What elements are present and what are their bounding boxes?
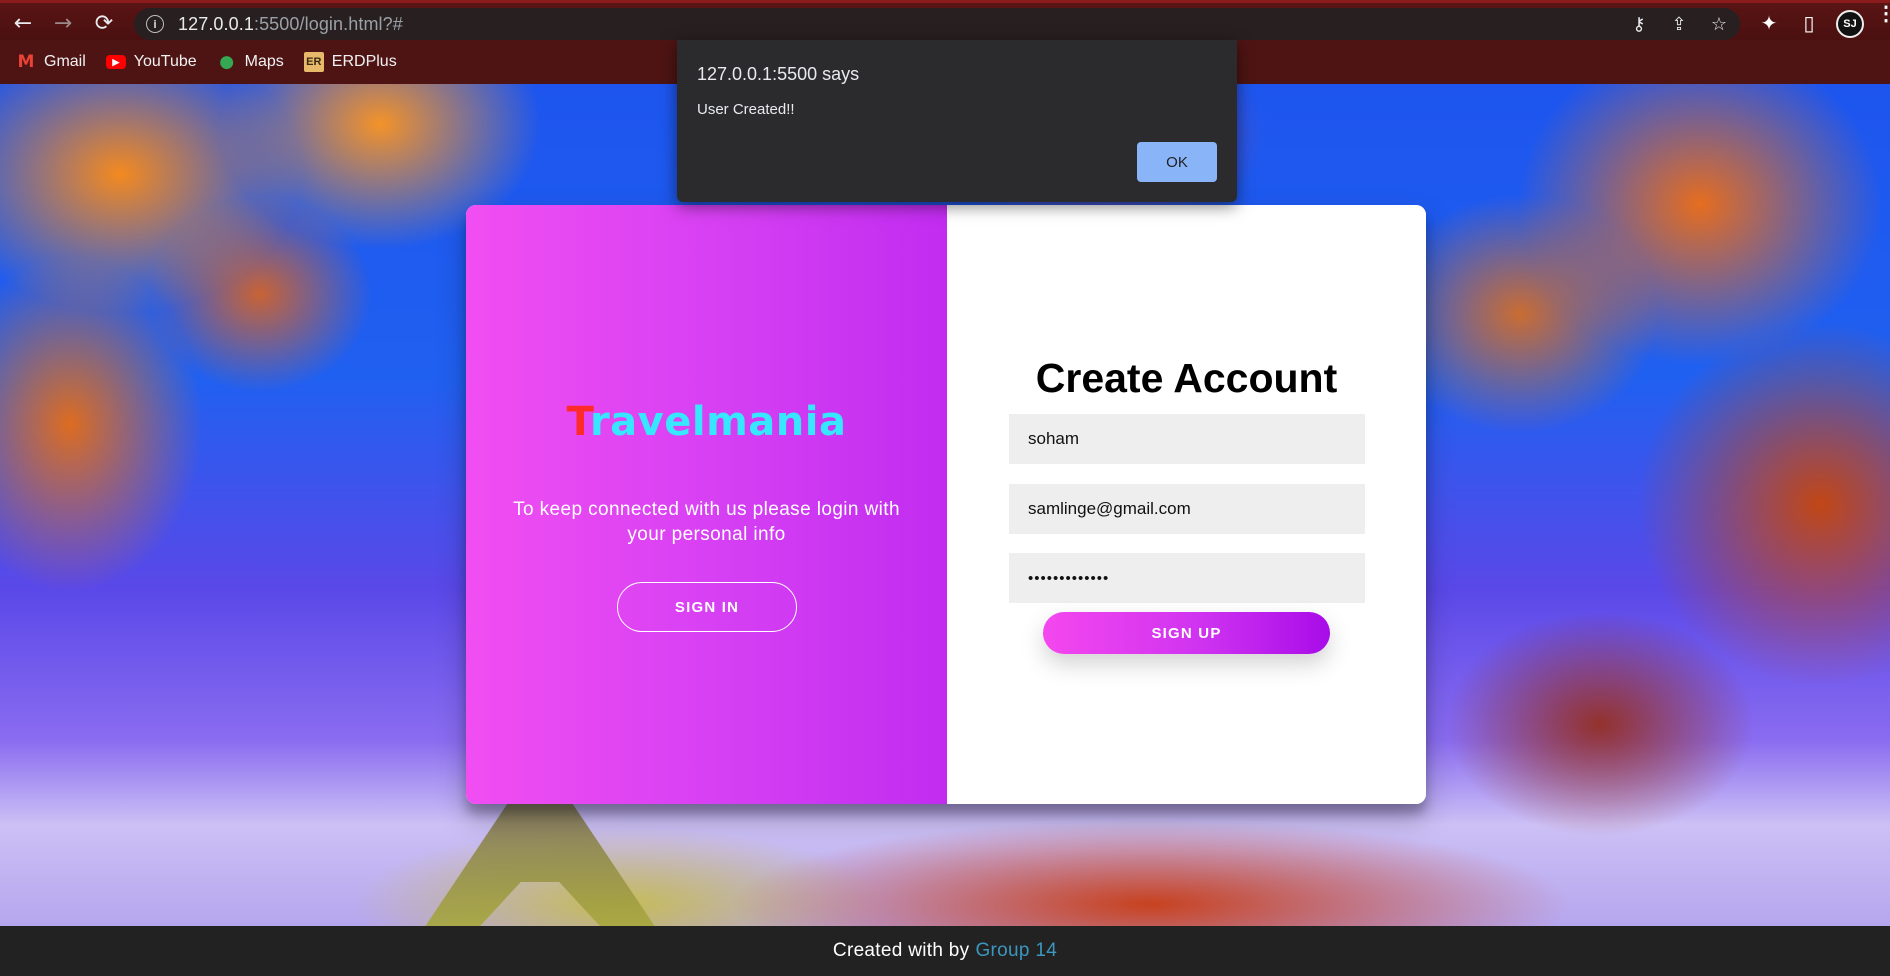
sign-up-form: Create Account soham samlinge@gmail.com …	[947, 205, 1426, 804]
name-input[interactable]: soham	[1009, 414, 1365, 464]
password-input[interactable]: •••••••••••••	[1009, 553, 1365, 603]
footer-text: Created with by	[832, 940, 970, 961]
bookmark-label: Gmail	[44, 53, 86, 70]
address-url[interactable]: 127.0.0.1:5500/login.html?#	[178, 14, 403, 35]
address-bar[interactable]: i 127.0.0.1:5500/login.html?# ⚷ ⇪ ☆	[134, 8, 1740, 40]
youtube-icon: ▶	[105, 55, 126, 69]
bookmark-maps[interactable]: ● Maps	[217, 52, 284, 72]
email-input[interactable]: samlinge@gmail.com	[1009, 484, 1365, 534]
page-footer: Created with by Group 14	[0, 926, 1890, 976]
key-icon[interactable]: ⚷	[1626, 12, 1652, 36]
form-title: Create Account	[1035, 355, 1338, 401]
dialog-title: 127.0.0.1:5500 says	[697, 64, 860, 84]
bookmark-label: ERDPlus	[331, 53, 397, 70]
reload-icon[interactable]: ⟳	[89, 9, 119, 37]
profile-avatar[interactable]: SJ	[1836, 10, 1864, 38]
dialog-ok-button[interactable]: OK	[1137, 142, 1217, 182]
erdplus-icon: ER	[303, 52, 324, 72]
footer-link[interactable]: Group 14	[975, 940, 1057, 962]
extensions-icon[interactable]: ✦	[1754, 9, 1784, 37]
bookmark-gmail[interactable]: M Gmail	[16, 52, 86, 72]
page-background: Travelmania To keep connected with us pl…	[0, 84, 1890, 926]
dialog-message: User Created!!	[697, 101, 795, 118]
bookmark-label: YouTube	[133, 53, 197, 70]
bookmark-youtube[interactable]: ▶ YouTube	[105, 53, 197, 71]
url-path: :5500/login.html?#	[253, 13, 403, 34]
overlay-panel: Travelmania To keep connected with us pl…	[466, 205, 947, 804]
share-icon[interactable]: ⇪	[1666, 12, 1692, 36]
auth-card: Travelmania To keep connected with us pl…	[466, 205, 1426, 804]
maps-pin-icon: ●	[219, 52, 235, 72]
gmail-icon: M	[17, 52, 35, 72]
brand-first-letter: T	[566, 399, 590, 445]
menu-icon[interactable]: ⋮	[1876, 4, 1890, 24]
brand-rest: ravelmania	[589, 399, 847, 445]
sign-in-button[interactable]: SIGN IN	[617, 582, 797, 632]
back-icon[interactable]: ←	[8, 9, 38, 37]
alert-dialog: 127.0.0.1:5500 says User Created!! OK	[677, 40, 1237, 202]
bookmark-erdplus[interactable]: ER ERDPlus	[303, 52, 397, 72]
site-info-icon[interactable]: i	[146, 15, 164, 33]
url-host: 127.0.0.1	[178, 13, 254, 34]
brand-logo: Travelmania	[466, 399, 947, 445]
sign-up-button[interactable]: SIGN UP	[1043, 612, 1330, 654]
side-panel-icon[interactable]: ▯	[1794, 9, 1824, 37]
browser-toolbar: ← → ⟳ i 127.0.0.1:5500/login.html?# ⚷ ⇪ …	[0, 0, 1890, 40]
overlay-message: To keep connected with us please login w…	[513, 499, 900, 545]
forward-icon[interactable]: →	[48, 9, 78, 37]
star-icon[interactable]: ☆	[1706, 12, 1732, 36]
bookmark-label: Maps	[244, 53, 284, 70]
